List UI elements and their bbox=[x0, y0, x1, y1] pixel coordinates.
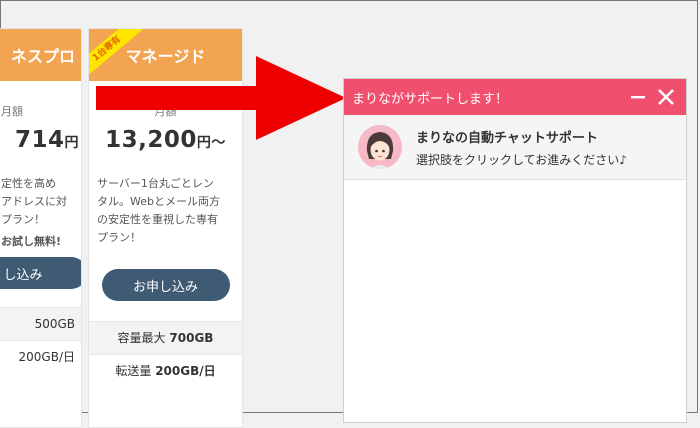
spec-value: 200GB/日 bbox=[18, 350, 75, 364]
agent-text: まりなの自動チャットサポート 選択肢をクリックしてお進みください♪ bbox=[416, 127, 627, 168]
chat-header: まりながサポートします！ bbox=[344, 79, 686, 115]
plan-price: 714円 bbox=[0, 127, 81, 153]
description-line: の安定性を重視した専有 bbox=[97, 213, 218, 226]
spec-value: 200GB/日 bbox=[155, 364, 216, 378]
agent-intro: まりなの自動チャットサポート 選択肢をクリックしてお進みください♪ bbox=[344, 115, 686, 180]
description-line: アドレスに対 bbox=[1, 195, 67, 208]
plan-name: ネスプロ bbox=[10, 47, 75, 66]
chat-widget: まりながサポートします！ まりなの自動チャットサポート 選択肢をクリックしてお進… bbox=[343, 78, 687, 423]
minimize-icon[interactable] bbox=[624, 79, 652, 115]
spec-label: 容量最大 bbox=[117, 331, 166, 345]
apply-button[interactable]: し込み bbox=[0, 257, 81, 289]
spec-capacity: 500GB bbox=[0, 307, 81, 340]
arrow-shape bbox=[96, 56, 346, 140]
agent-message: 選択肢をクリックしてお進みください♪ bbox=[416, 152, 627, 167]
chat-title: まりながサポートします！ bbox=[352, 91, 509, 107]
agent-name: まりなの自動チャットサポート bbox=[416, 130, 598, 146]
plan-description: サーバー1台丸ごとレン タル。Webとメール両方 の安定性を重視した専有 プラン… bbox=[89, 175, 242, 247]
price-label: 月額 bbox=[1, 105, 23, 118]
price-unit: 円 bbox=[64, 135, 79, 151]
annotation-arrow bbox=[96, 56, 346, 140]
description-line: サーバー1台丸ごとレン bbox=[97, 177, 214, 190]
close-icon[interactable] bbox=[652, 79, 680, 115]
description-line: プラン！ bbox=[97, 231, 141, 244]
plan-card-left: ネスプロ 月額 714円 定性を高め アドレスに対 プラン！ お試し無料! し込… bbox=[0, 28, 82, 428]
avatar-icon bbox=[358, 125, 402, 169]
spec-value: 700GB bbox=[169, 331, 214, 345]
plan-description: 定性を高め アドレスに対 プラン！ bbox=[0, 175, 81, 229]
description-line: タル。Webとメール両方 bbox=[97, 195, 220, 208]
avatar bbox=[358, 125, 402, 169]
plan-card-header: ネスプロ bbox=[0, 29, 81, 81]
apply-button[interactable]: お申し込み bbox=[101, 269, 230, 301]
trial-note: お試し無料! bbox=[1, 235, 62, 248]
spec-transfer: 200GB/日 bbox=[0, 340, 81, 373]
spec-label: 転送量 bbox=[115, 364, 152, 378]
description-line: プラン！ bbox=[1, 213, 45, 226]
price-value: 714 bbox=[14, 127, 65, 153]
spec-transfer: 転送量 200GB/日 bbox=[89, 354, 242, 387]
spec-capacity: 容量最大 700GB bbox=[89, 321, 242, 354]
description-line: 定性を高め bbox=[1, 177, 56, 190]
spec-value: 500GB bbox=[34, 317, 75, 331]
